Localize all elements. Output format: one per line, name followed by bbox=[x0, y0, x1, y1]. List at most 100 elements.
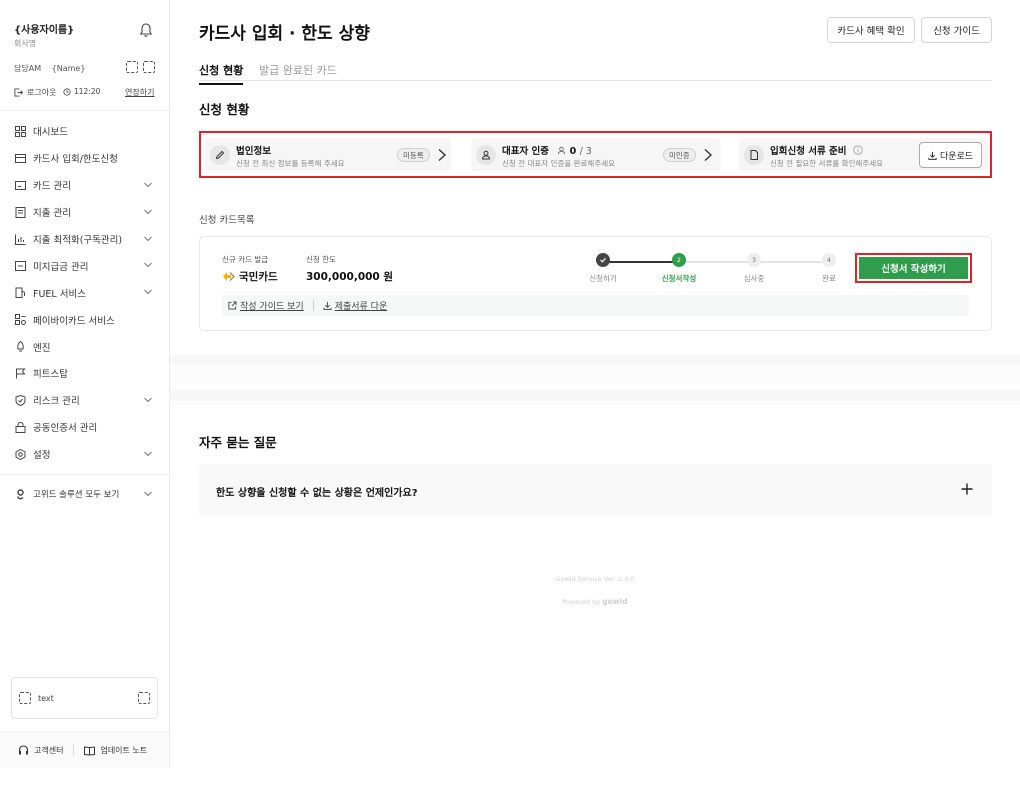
sidebar-item-optimization[interactable]: 지출 최적화(구독관리) bbox=[0, 226, 169, 253]
sidebar-item-engine[interactable]: 엔진 bbox=[0, 333, 169, 360]
progress-step-label: 완료 bbox=[822, 274, 836, 283]
sidebar-item-card-apply[interactable]: 카드사 입회/한도신청 bbox=[0, 145, 169, 172]
update-notes-label: 업데이트 노트 bbox=[100, 745, 148, 755]
sidebar-item-certificate[interactable]: 공동인증서 관리 bbox=[0, 414, 169, 441]
sidebar-item-label: 설정 bbox=[33, 450, 51, 462]
tab-bar: 신청 현황 발급 완료된 카드 bbox=[199, 60, 992, 85]
tab-status[interactable]: 신청 현황 bbox=[199, 62, 244, 85]
faq-question: 한도 상향을 신청할 수 없는 상황은 언제인가요? bbox=[216, 488, 418, 499]
sidebar-item-label: 피트스탑 bbox=[33, 369, 68, 381]
section-divider-band-inner bbox=[170, 364, 1020, 390]
logout-icon bbox=[14, 88, 23, 97]
sidebar-item-fuel[interactable]: FUEL 서비스 bbox=[0, 279, 169, 306]
status-badge: 미등록 bbox=[397, 148, 430, 162]
fuel-icon bbox=[15, 287, 26, 299]
step-title: 입회신청 서류 준비 bbox=[770, 146, 847, 157]
tab-issued-cards[interactable]: 발급 완료된 카드 bbox=[259, 62, 337, 78]
logout-button[interactable]: 로그아웃 bbox=[14, 87, 56, 98]
writing-guide-link[interactable]: 작성 가이드 보기 bbox=[228, 299, 304, 312]
progress-step-number: 4 bbox=[822, 253, 836, 267]
kb-logo-icon bbox=[223, 272, 235, 281]
step-title: 법인정보 bbox=[236, 146, 271, 157]
support-label: 고객센터 bbox=[34, 745, 64, 755]
download-button[interactable]: 다운로드 bbox=[919, 142, 982, 168]
update-notes-link[interactable]: 업데이트 노트 bbox=[84, 745, 147, 756]
chevron-down-icon bbox=[144, 491, 152, 496]
sidebar-item-label: 엔진 bbox=[33, 342, 51, 354]
check-icon bbox=[596, 253, 610, 267]
faq-item[interactable]: 한도 상향을 신청할 수 없는 상황은 언제인가요? bbox=[199, 464, 992, 516]
card-benefits-button[interactable]: 카드사 혜택 확인 bbox=[827, 17, 915, 43]
sidebar-item-risk[interactable]: 리스크 관리 bbox=[0, 387, 169, 414]
clock-icon bbox=[63, 87, 71, 96]
bell-icon[interactable] bbox=[138, 22, 154, 38]
session-timer: 112:20 bbox=[63, 87, 100, 96]
sidebar-widget[interactable]: text bbox=[11, 677, 158, 719]
sidebar-item-label: 대시보드 bbox=[33, 127, 68, 139]
sidebar-item-label: 지출 관리 bbox=[33, 208, 71, 220]
divider bbox=[312, 300, 314, 311]
page-title: 카드사 입회 · 한도 상향 bbox=[199, 24, 370, 44]
chevron-down-icon bbox=[144, 236, 152, 241]
faq-title: 자주 묻는 질문 bbox=[199, 435, 277, 450]
sidebar-item-label: FUEL 서비스 bbox=[33, 288, 86, 300]
card-icon bbox=[15, 153, 26, 164]
progress-step-label: 신청하기 bbox=[589, 274, 617, 283]
sidebar-item-solutions[interactable]: 고위드 솔루션 모두 보기 bbox=[0, 481, 169, 508]
download-label: 다운로드 bbox=[939, 151, 974, 162]
step-documents: 입회신청 서류 준비 신청 전 필요한 서류를 확인해주세요 다운로드 bbox=[739, 138, 988, 171]
card-footer-links: 작성 가이드 보기 제출서류 다운 bbox=[222, 295, 969, 316]
sidebar-item-payables[interactable]: 미지급금 관리 bbox=[0, 252, 169, 279]
sidebar-footer: 고객센터 업데이트 노트 bbox=[0, 731, 169, 768]
card-list-title: 신청 카드목록 bbox=[199, 215, 255, 226]
write-application-button[interactable]: 신청서 작성하기 bbox=[859, 257, 968, 279]
progress-step-label: 신청서작성 bbox=[661, 274, 697, 283]
pay-icon bbox=[15, 314, 26, 326]
documents-download-link[interactable]: 제출서류 다운 bbox=[323, 299, 387, 312]
gowid-brand: gowid bbox=[602, 597, 628, 606]
book-icon bbox=[84, 745, 96, 756]
card-issuer-name: 국민카드 bbox=[239, 271, 278, 283]
powered-by-label: Powered by bbox=[562, 598, 601, 606]
limit-value: 300,000,000 원 bbox=[306, 271, 394, 283]
sidebar-item-card-manage[interactable]: 카드 관리 bbox=[0, 172, 169, 199]
step-representative-auth[interactable]: 대표자 인증 0 / 3 신청 전 대표자 인증을 완료해주세요 미인증 bbox=[471, 138, 721, 171]
person-icon bbox=[476, 145, 496, 165]
download-icon bbox=[323, 301, 332, 310]
chevron-down-icon bbox=[144, 182, 152, 187]
sidebar-item-expense[interactable]: 지출 관리 bbox=[0, 199, 169, 226]
timer-value: 112:20 bbox=[74, 87, 101, 96]
status-badge: 미인증 bbox=[663, 148, 696, 162]
plus-icon[interactable] bbox=[961, 483, 973, 495]
apply-guide-button[interactable]: 신청 가이드 bbox=[921, 17, 992, 43]
sidebar-item-label: 페이바이카드 서비스 bbox=[33, 315, 115, 327]
calendar-icon bbox=[15, 260, 26, 272]
placeholder-icon bbox=[138, 692, 150, 704]
sidebar-item-label: 고위드 솔루션 모두 보기 bbox=[33, 490, 120, 501]
new-card-label: 신규 카드 발급 bbox=[222, 255, 269, 264]
info-icon[interactable] bbox=[853, 145, 863, 155]
headset-icon bbox=[18, 744, 29, 754]
sidebar-nav: 대시보드 카드사 입회/한도신청 카드 관리 지출 관리 지출 최적화(구독관리… bbox=[0, 118, 169, 507]
section-divider-band bbox=[170, 355, 1020, 401]
sidebar-item-settings[interactable]: 설정 bbox=[0, 441, 169, 468]
application-status-panel: 법인정보 신청 전 최신 정보를 등록해 주세요 미등록 대표자 인증 0 / … bbox=[199, 131, 992, 178]
pencil-icon bbox=[210, 145, 230, 165]
download-icon bbox=[928, 151, 937, 160]
step-corporate-info[interactable]: 법인정보 신청 전 최신 정보를 등록해 주세요 미등록 bbox=[205, 138, 451, 171]
sidebar-item-pitstop[interactable]: 피트스탑 bbox=[0, 360, 169, 387]
support-link[interactable]: 고객센터 bbox=[18, 744, 64, 756]
shield-icon bbox=[15, 394, 26, 406]
sidebar-item-dashboard[interactable]: 대시보드 bbox=[0, 118, 169, 145]
lock-icon bbox=[15, 421, 26, 433]
grid-icon bbox=[15, 125, 26, 137]
divider bbox=[0, 473, 169, 475]
placeholder-icon[interactable] bbox=[143, 61, 155, 73]
application-card: 신규 카드 발급 국민카드 신청 한도 300,000,000 원 2 3 4 … bbox=[199, 236, 992, 331]
sidebar-item-label: 지출 최적화(구독관리) bbox=[33, 235, 123, 246]
sidebar-item-paybycard[interactable]: 페이바이카드 서비스 bbox=[0, 306, 169, 333]
extend-session-link[interactable]: 연장하기 bbox=[125, 87, 154, 98]
placeholder-icon[interactable] bbox=[126, 61, 138, 73]
user-name: {사용자이름} bbox=[14, 25, 75, 36]
divider bbox=[0, 110, 169, 111]
